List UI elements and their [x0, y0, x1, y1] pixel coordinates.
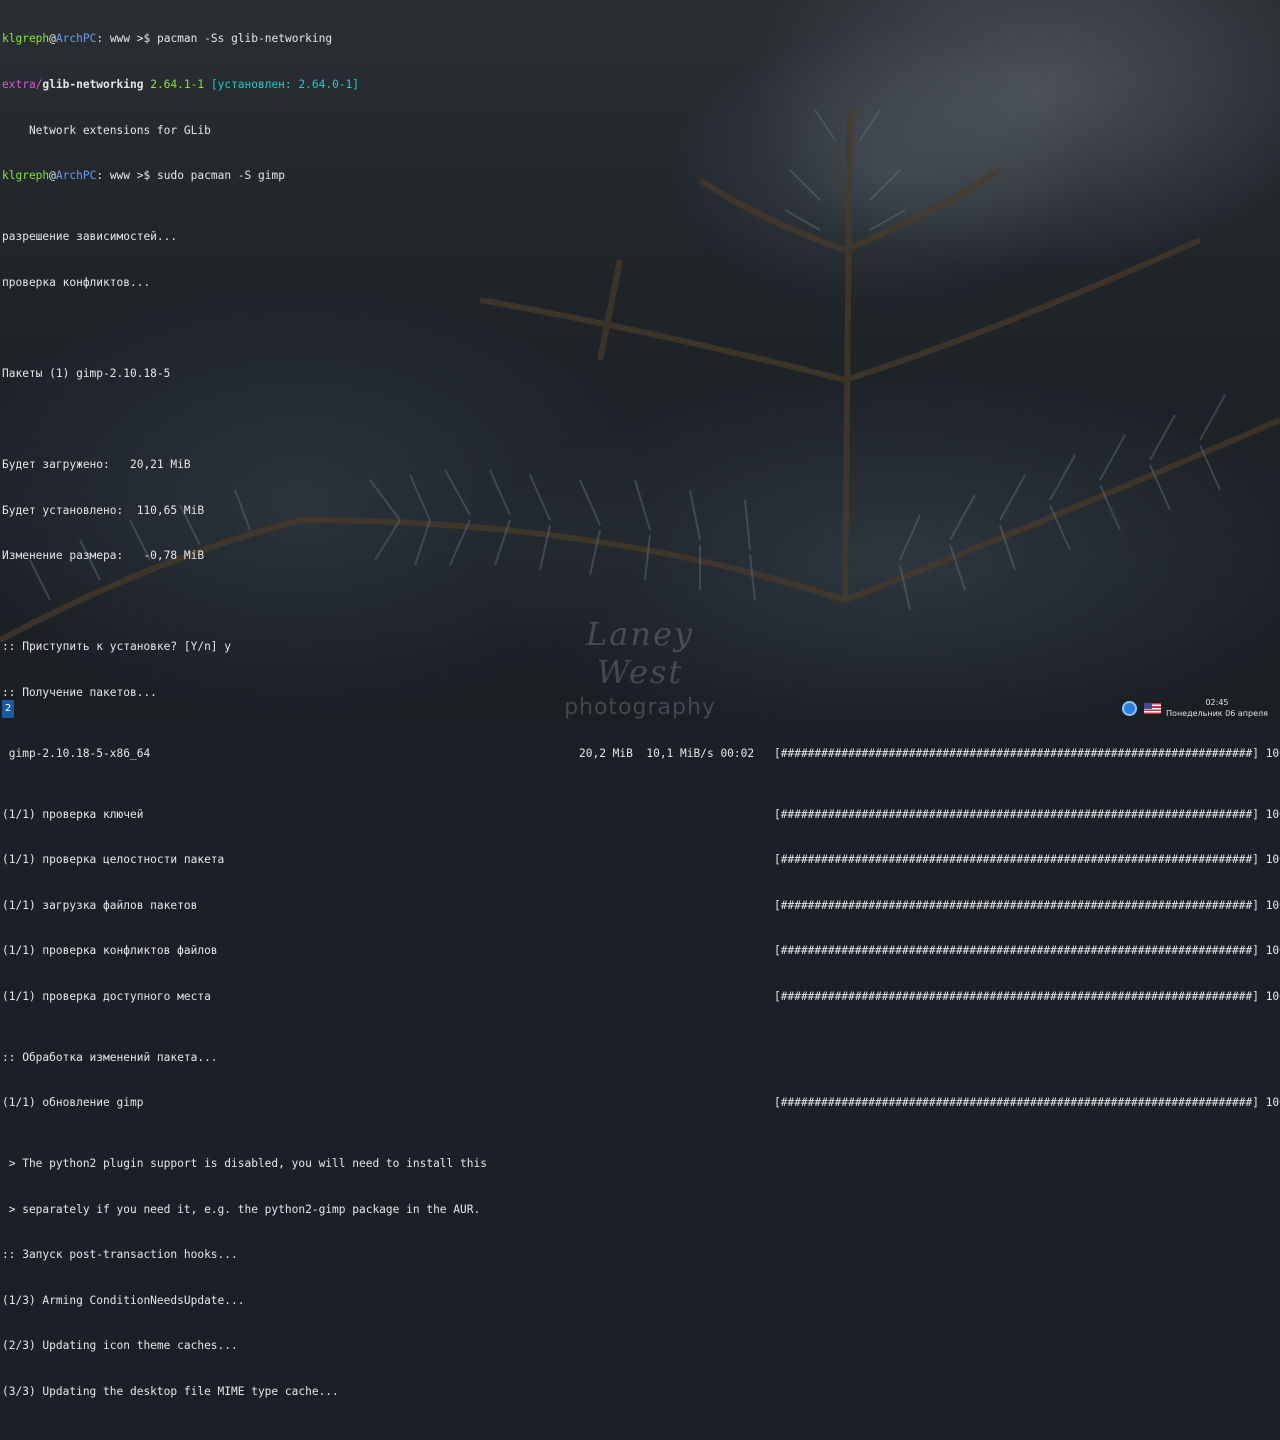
keyboard-layout-flag-icon[interactable] [1144, 703, 1161, 714]
terminal-output-line: :: Обработка изменений пакета... [2, 1050, 218, 1064]
terminal-output-line [2, 411, 1278, 426]
terminal-output-line [2, 320, 1278, 335]
clock-time: 02:45 [1205, 698, 1229, 707]
download-stats: 20,2 MiB 10,1 MiB/s 00:02 [579, 746, 755, 760]
clock[interactable]: 02:45 Понедельник 06 апреля [1162, 697, 1272, 719]
terminal-line-cmd1: klgreph@ArchPC: www >$ pacman -Ss glib-n… [2, 32, 333, 46]
terminal-line-cmd2: klgreph@ArchPC: www >$ sudo pacman -S gi… [2, 169, 285, 183]
terminal-output-line: разрешение зависимостей... [2, 229, 178, 243]
terminal-output-line: Будет загружено: 20,21 MiB [2, 457, 191, 471]
upgrade-progress-line: (1/1) обновление gimp [##################… [2, 1095, 1280, 1110]
progress-line: (1/1) проверка конфликтов файлов [#######… [2, 943, 1280, 958]
terminal-output-line: (2/3) Updating icon theme caches... [2, 1339, 238, 1353]
progress-line: (1/1) проверка целостности пакета [######… [2, 852, 1280, 867]
download-name: gimp-2.10.18-5-x86_64 [2, 746, 151, 760]
clock-date: Понедельник 06 апреля [1166, 709, 1268, 718]
progress-line: (1/1) проверка ключей [##################… [2, 807, 1280, 822]
progress-bar: [#######################################… [774, 853, 1280, 867]
progress-bar: [#######################################… [774, 898, 1280, 912]
download-bar: [#######################################… [774, 746, 1280, 760]
terminal-line-package-desc: Network extensions for GLib [2, 123, 211, 137]
terminal-output-line: Пакеты (1) gimp-2.10.18-5 [2, 366, 171, 380]
progress-line: (1/1) проверка доступного места [########… [2, 989, 1280, 1004]
terminal-output-line [2, 594, 1278, 609]
network-icon[interactable] [1122, 701, 1137, 716]
progress-bar: [#######################################… [774, 944, 1280, 958]
progress-bar: [#######################################… [774, 1096, 1280, 1110]
progress-bar: [#######################################… [774, 807, 1280, 821]
taskbar: 2 02:45 Понедельник 06 апреля [0, 698, 1280, 720]
terminal-output-line: > separately if you need it, e.g. the py… [2, 1202, 481, 1216]
terminal-output-line: :: Запуск post-transaction hooks... [2, 1248, 238, 1262]
terminal-output-line: Изменение размера: -0,78 MiB [2, 549, 205, 563]
progress-bar: [#######################################… [774, 989, 1280, 1003]
terminal-output-line: (3/3) Updating the desktop file MIME typ… [2, 1385, 339, 1399]
workspace-indicator[interactable]: 2 [2, 700, 14, 718]
terminal-output-line: :: Приступить к установке? [Y/n] y [2, 640, 232, 654]
terminal-output-line: Будет установлено: 110,65 MiB [2, 503, 205, 517]
download-progress-line: gimp-2.10.18-5-x86_64 20,2 MiB 10,1 MiB/s… [2, 746, 1280, 761]
terminal-output-line: (1/3) Arming ConditionNeedsUpdate... [2, 1293, 245, 1307]
terminal-window[interactable]: klgreph@ArchPC: www >$ pacman -Ss glib-n… [2, 1, 1280, 1398]
terminal-output-line: > The python2 plugin support is disabled… [2, 1157, 487, 1171]
terminal-line-package: extra/glib-networking 2.64.1-1 [установл… [2, 78, 360, 91]
terminal-output-line: проверка конфликтов... [2, 275, 151, 289]
progress-line: (1/1) загрузка файлов пакетов [##########… [2, 898, 1280, 913]
